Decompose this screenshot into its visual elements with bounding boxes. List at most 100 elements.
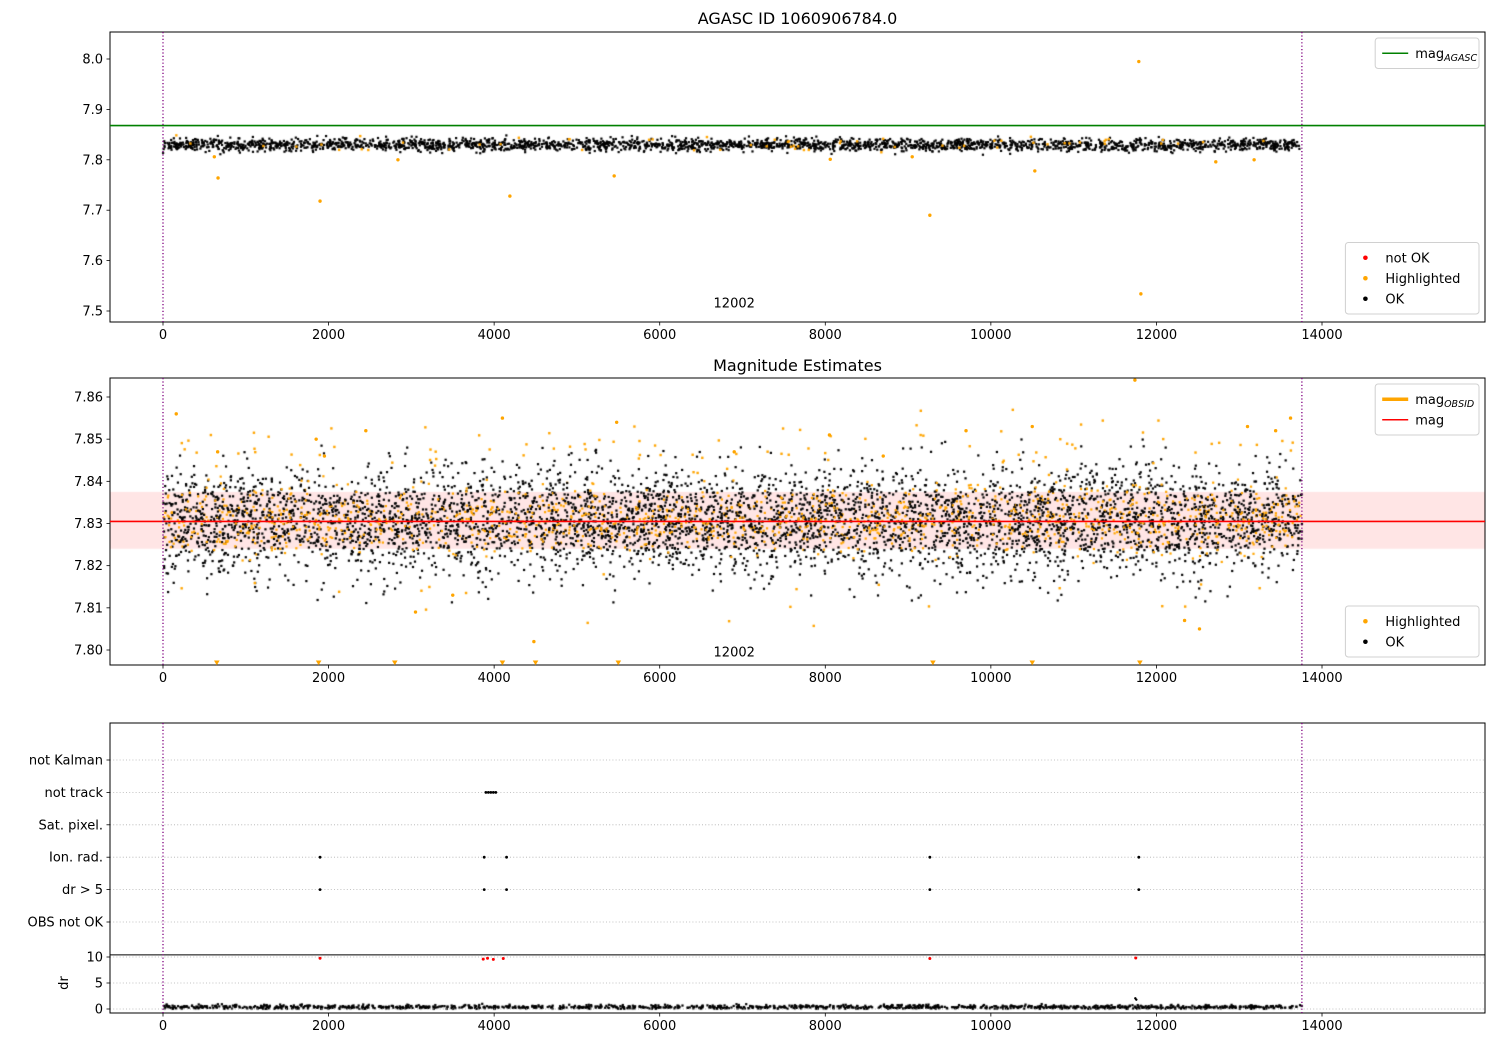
highlighted-point [928,213,932,217]
highlighted-point [614,420,619,425]
highlighted-point [322,454,327,458]
chart-title: AGASC ID 1060906784.0 [698,9,898,28]
highlighted-point [612,174,616,178]
axes-frame [109,31,1486,323]
legend-label: not OK [1385,251,1430,266]
flag-point [928,855,932,859]
category-label: not track [44,786,103,801]
y-tick-label: 8.0 [82,53,103,68]
x-tick-label: 10000 [970,328,1011,343]
x-tick-label: 12000 [1136,671,1177,686]
x-tick-label: 14000 [1301,1019,1342,1034]
x-tick-label: 4000 [478,328,511,343]
axes-frame [109,722,1486,1014]
not-ok-point [1134,956,1138,960]
x-tick-label: 2000 [312,1019,345,1034]
x-tick-label: 0 [159,1019,167,1034]
flag-point [482,888,486,891]
legend-label: OK [1385,292,1404,307]
flag-point [505,888,508,891]
highlighted-point [1030,424,1034,429]
x-tick-label: 0 [159,671,167,686]
chart-title: Magnitude Estimates [713,356,882,375]
highlighted-point [1245,424,1250,429]
highlighted-point [1133,378,1137,382]
flag-point [318,888,322,891]
highlighted-point [1033,169,1037,173]
highlighted-point [828,157,832,161]
highlighted-point [318,199,322,203]
category-label: not Kalman [29,754,103,769]
dr-axis-label: dr [57,976,72,990]
flag-point [484,791,488,794]
legend-box [1344,605,1480,658]
highlighted-point [508,194,512,198]
highlighted-point [1137,59,1141,64]
y-tick-label: 7.6 [82,254,103,269]
dr-tick-label: 10 [86,951,103,966]
flag-point [928,888,932,891]
y-tick-label: 7.5 [82,305,103,320]
legend-dot-sample [1363,275,1368,281]
highlighted-point [216,176,220,180]
y-tick-label: 7.84 [74,475,103,490]
highlighted-point [964,429,968,433]
highlighted-point [910,155,914,159]
chart-svg: AGASC ID 1060906784.0 0 2000 4000 6000 8000 10… [28,9,1486,1034]
highlighted-point [1214,160,1218,164]
y-tick-label: 7.81 [74,601,103,616]
not-ok-point [501,957,505,961]
flag-point [494,791,498,794]
flag-point [505,855,508,859]
highlighted-point [396,158,400,162]
x-tick-label: 12000 [1136,328,1177,343]
legend-dot-sample [1363,255,1368,261]
highlighted-point [215,450,220,454]
x-tick-label: 4000 [478,1019,511,1034]
obsid-annotation: 12002 [714,296,755,311]
x-tick-label: 10000 [970,671,1011,686]
x-tick-label: 6000 [643,328,676,343]
category-label: dr > 5 [62,883,103,898]
y-tick-label: 7.82 [74,559,103,574]
flag-point [491,791,495,794]
highlighted-point [532,639,536,644]
legend-dot-sample [1363,296,1368,302]
highlighted-point [1139,292,1143,296]
x-tick-label: 8000 [809,1019,842,1034]
legend-dot-sample [1363,639,1368,645]
legend-label: Highlighted [1385,272,1460,287]
highlighted-point [881,454,885,458]
x-tick-label: 4000 [478,671,511,686]
category-label: Ion. rad. [49,851,103,866]
highlighted-point [1288,416,1293,420]
x-tick-label: 14000 [1301,671,1342,686]
flag-point [486,791,490,794]
x-tick-label: 8000 [809,328,842,343]
y-tick-label: 7.86 [74,391,103,406]
not-ok-point [318,956,322,960]
legend-dot-sample [1363,618,1368,624]
dr-tick-label: 0 [95,1003,103,1018]
flag-point [482,855,486,859]
y-tick-label: 7.85 [74,433,103,448]
flag-point [489,791,493,794]
highlighted-point [1273,429,1278,433]
x-tick-label: 10000 [970,1019,1011,1034]
highlighted-point [732,450,736,454]
x-tick-label: 6000 [643,1019,676,1034]
x-tick-label: 14000 [1301,328,1342,343]
legend-label: mag [1415,413,1444,428]
flag-point [1137,888,1141,891]
x-tick-label: 2000 [312,671,345,686]
highlighted-point [413,610,418,614]
highlighted-point [174,412,178,416]
x-tick-label: 2000 [312,328,345,343]
highlighted-point [451,593,455,597]
category-label: OBS not OK [28,916,104,931]
highlighted-point [827,433,832,437]
highlighted-point [500,416,505,420]
highlighted-point [1182,618,1187,623]
flag-point [318,855,322,859]
highlighted-point [364,429,368,433]
